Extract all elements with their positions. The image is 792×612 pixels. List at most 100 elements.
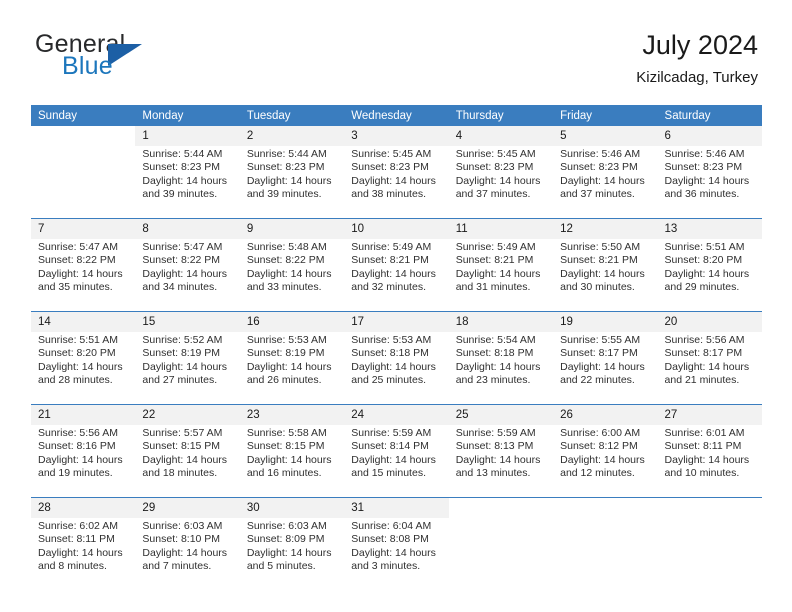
- day-number-empty: [553, 498, 658, 518]
- day-detail-line: Sunset: 8:09 PM: [246, 533, 325, 546]
- day-cell-7[interactable]: Sunrise: 5:47 AM Sunset: 8:22 PM Daylight:…: [31, 239, 136, 311]
- day-number-31[interactable]: 31: [344, 498, 449, 518]
- day-cell-27[interactable]: Sunrise: 6:01 AM Sunset: 8:11 PM Daylight:…: [657, 425, 762, 497]
- day-cell-16[interactable]: Sunrise: 5:53 AM Sunset: 8:19 PM Daylight:…: [239, 332, 345, 404]
- day-cell-26[interactable]: Sunrise: 6:00 AM Sunset: 8:12 PM Daylight:…: [553, 425, 658, 497]
- day-cell-29[interactable]: Sunrise: 6:03 AM Sunset: 8:10 PM Daylight:…: [135, 518, 240, 590]
- day-detail-line: Daylight: 14 hours: [38, 546, 123, 559]
- day-number-30[interactable]: 30: [239, 498, 345, 518]
- day-cell-4[interactable]: Sunrise: 5:45 AM Sunset: 8:23 PM Daylight:…: [448, 146, 554, 218]
- day-cell-9[interactable]: Sunrise: 5:48 AM Sunset: 8:22 PM Daylight:…: [239, 239, 345, 311]
- day-cell-1[interactable]: Sunrise: 5:44 AM Sunset: 8:23 PM Daylight:…: [135, 146, 240, 218]
- day-cell-19[interactable]: Sunrise: 5:55 AM Sunset: 8:17 PM Daylight:…: [553, 332, 658, 404]
- day-cell-18[interactable]: Sunrise: 5:54 AM Sunset: 8:18 PM Daylight:…: [448, 332, 554, 404]
- day-number-14[interactable]: 14: [31, 312, 136, 332]
- day-detail-line: and 37 minutes.: [560, 188, 635, 201]
- day-number-5[interactable]: 5: [553, 126, 658, 146]
- day-detail-line: Daylight: 14 hours: [560, 174, 645, 187]
- day-detail-line: Daylight: 14 hours: [246, 453, 332, 466]
- day-number-3[interactable]: 3: [344, 126, 449, 146]
- day-number-27[interactable]: 27: [657, 405, 762, 425]
- day-cell-24[interactable]: Sunrise: 5:59 AM Sunset: 8:14 PM Daylight:…: [344, 425, 449, 497]
- day-detail-row: Sunrise: 6:02 AM Sunset: 8:11 PM Daylight:…: [31, 518, 762, 590]
- day-cell-17[interactable]: Sunrise: 5:53 AM Sunset: 8:18 PM Daylight:…: [344, 332, 449, 404]
- day-cell-22[interactable]: Sunrise: 5:57 AM Sunset: 8:15 PM Daylight:…: [135, 425, 240, 497]
- day-cell-8[interactable]: Sunrise: 5:47 AM Sunset: 8:22 PM Daylight:…: [135, 239, 240, 311]
- day-cell-6[interactable]: Sunrise: 5:46 AM Sunset: 8:23 PM Daylight:…: [657, 146, 762, 218]
- weekday-header-sunday: Sunday: [31, 105, 136, 126]
- day-cell-3[interactable]: Sunrise: 5:45 AM Sunset: 8:23 PM Daylight:…: [344, 146, 449, 218]
- day-detail-line: and 28 minutes.: [38, 374, 113, 387]
- day-number-4[interactable]: 4: [448, 126, 554, 146]
- day-detail-line: Sunset: 8:23 PM: [664, 161, 743, 174]
- day-number-9[interactable]: 9: [239, 219, 345, 239]
- day-detail-line: Daylight: 14 hours: [351, 453, 436, 466]
- day-detail-line: and 27 minutes.: [142, 374, 218, 387]
- day-detail-line: Sunset: 8:19 PM: [246, 347, 325, 360]
- day-number-25[interactable]: 25: [448, 405, 554, 425]
- day-cell-31[interactable]: Sunrise: 6:04 AM Sunset: 8:08 PM Daylight:…: [344, 518, 449, 590]
- day-detail-row: Sunrise: 5:44 AM Sunset: 8:23 PM Daylight:…: [31, 146, 762, 218]
- general-blue-logo[interactable]: General Blue: [35, 30, 265, 90]
- day-detail-line: Daylight: 14 hours: [142, 174, 228, 187]
- weekday-header-saturday: Saturday: [657, 105, 762, 126]
- day-cell-11[interactable]: Sunrise: 5:49 AM Sunset: 8:21 PM Daylight:…: [448, 239, 554, 311]
- day-number-16[interactable]: 16: [239, 312, 345, 332]
- day-cell-20[interactable]: Sunrise: 5:56 AM Sunset: 8:17 PM Daylight:…: [657, 332, 762, 404]
- day-number-19[interactable]: 19: [553, 312, 658, 332]
- day-cell-30[interactable]: Sunrise: 6:03 AM Sunset: 8:09 PM Daylight:…: [239, 518, 345, 590]
- day-cell-13[interactable]: Sunrise: 5:51 AM Sunset: 8:20 PM Daylight:…: [657, 239, 762, 311]
- day-detail-line: and 10 minutes.: [664, 467, 740, 480]
- day-detail-line: Sunrise: 6:01 AM: [664, 427, 745, 439]
- day-cell-21[interactable]: Sunrise: 5:56 AM Sunset: 8:16 PM Daylight:…: [31, 425, 136, 497]
- day-cell-25[interactable]: Sunrise: 5:59 AM Sunset: 8:13 PM Daylight:…: [448, 425, 554, 497]
- day-cell-empty: [448, 518, 554, 590]
- day-number-13[interactable]: 13: [657, 219, 762, 239]
- calendar-page: General Blue July 2024 Kizilcadag, Turke…: [0, 0, 792, 612]
- day-cell-12[interactable]: Sunrise: 5:50 AM Sunset: 8:21 PM Daylight:…: [553, 239, 658, 311]
- day-number-row: 14 15 16 17 18 19 20: [31, 312, 762, 332]
- day-detail-line: Sunset: 8:15 PM: [142, 440, 221, 453]
- day-number-10[interactable]: 10: [344, 219, 449, 239]
- day-cell-23[interactable]: Sunrise: 5:58 AM Sunset: 8:15 PM Daylight:…: [239, 425, 345, 497]
- day-number-2[interactable]: 2: [239, 126, 345, 146]
- day-number-21[interactable]: 21: [31, 405, 136, 425]
- day-number-23[interactable]: 23: [239, 405, 345, 425]
- day-detail-line: Sunset: 8:23 PM: [560, 161, 638, 174]
- day-detail-line: Sunrise: 5:56 AM: [664, 334, 745, 346]
- day-number-11[interactable]: 11: [448, 219, 554, 239]
- day-number-22[interactable]: 22: [135, 405, 240, 425]
- day-detail-line: Sunrise: 5:53 AM: [351, 334, 432, 346]
- blue-triangle-icon: [108, 44, 142, 66]
- day-number-12[interactable]: 12: [553, 219, 658, 239]
- day-cell-2[interactable]: Sunrise: 5:44 AM Sunset: 8:23 PM Daylight:…: [239, 146, 345, 218]
- day-number-24[interactable]: 24: [344, 405, 449, 425]
- day-detail-line: and 35 minutes.: [38, 281, 113, 294]
- day-number-7[interactable]: 7: [31, 219, 136, 239]
- day-cell-14[interactable]: Sunrise: 5:51 AM Sunset: 8:20 PM Daylight:…: [31, 332, 136, 404]
- day-detail-line: Daylight: 14 hours: [351, 546, 436, 559]
- day-detail-line: Sunset: 8:12 PM: [560, 440, 638, 453]
- day-detail-line: Daylight: 14 hours: [351, 360, 436, 373]
- day-number-6[interactable]: 6: [657, 126, 762, 146]
- day-number-15[interactable]: 15: [135, 312, 240, 332]
- day-number-29[interactable]: 29: [135, 498, 240, 518]
- day-detail-line: and 3 minutes.: [351, 560, 421, 573]
- day-cell-10[interactable]: Sunrise: 5:49 AM Sunset: 8:21 PM Daylight:…: [344, 239, 449, 311]
- day-number-20[interactable]: 20: [657, 312, 762, 332]
- day-cell-28[interactable]: Sunrise: 6:02 AM Sunset: 8:11 PM Daylight:…: [31, 518, 136, 590]
- day-number-1[interactable]: 1: [135, 126, 240, 146]
- day-cell-15[interactable]: Sunrise: 5:52 AM Sunset: 8:19 PM Daylight:…: [135, 332, 240, 404]
- day-detail-line: Sunrise: 5:51 AM: [664, 241, 745, 253]
- day-detail-line: and 34 minutes.: [142, 281, 218, 294]
- day-number-17[interactable]: 17: [344, 312, 449, 332]
- day-cell-5[interactable]: Sunrise: 5:46 AM Sunset: 8:23 PM Daylight:…: [553, 146, 658, 218]
- day-detail-line: Daylight: 14 hours: [142, 453, 228, 466]
- day-detail-line: and 25 minutes.: [351, 374, 426, 387]
- day-number-18[interactable]: 18: [448, 312, 554, 332]
- day-detail-line: Daylight: 14 hours: [664, 360, 750, 373]
- day-number-28[interactable]: 28: [31, 498, 136, 518]
- day-number-8[interactable]: 8: [135, 219, 240, 239]
- day-detail-line: Sunrise: 5:52 AM: [142, 334, 223, 346]
- day-number-26[interactable]: 26: [553, 405, 658, 425]
